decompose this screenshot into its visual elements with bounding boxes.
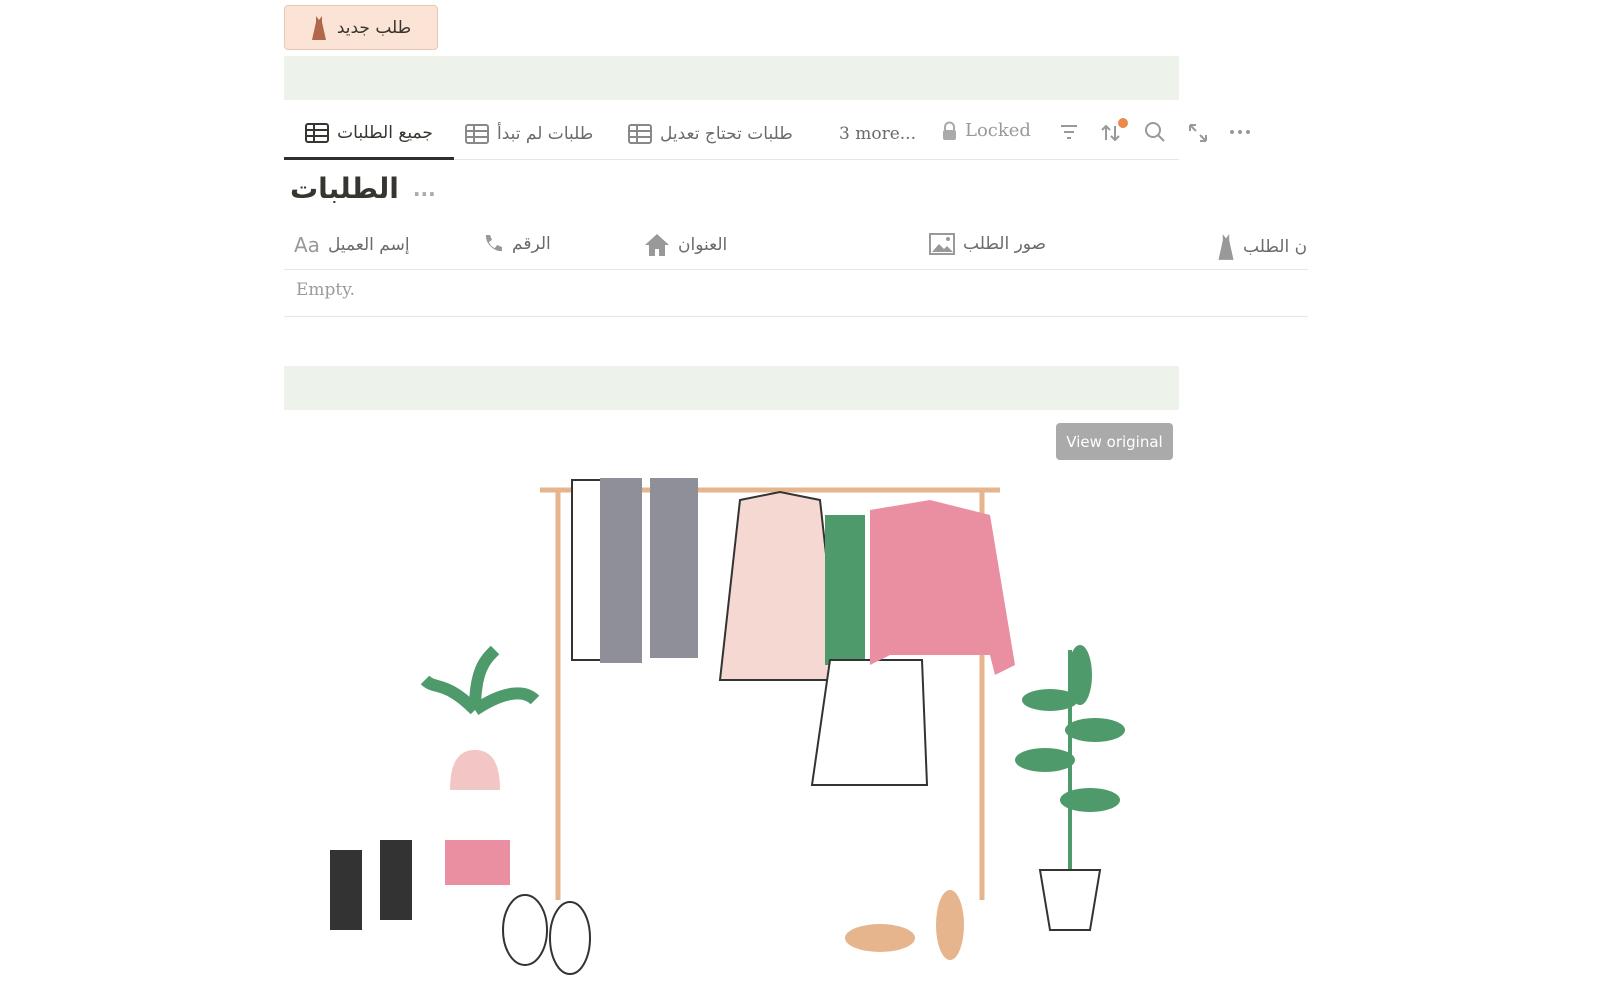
column-phone[interactable]: الرقم <box>482 233 551 255</box>
more-icon[interactable] <box>1229 128 1251 136</box>
image-icon <box>929 233 955 255</box>
more-views-button[interactable]: 3 more... <box>839 108 916 160</box>
new-order-button[interactable]: طلب جديد <box>284 5 438 50</box>
sweater-icon <box>870 500 1015 675</box>
database-menu-button[interactable]: ... <box>413 177 436 201</box>
empty-table-text: Empty. <box>296 280 355 300</box>
column-label: الرقم <box>512 234 551 254</box>
clothing-rack-illustration <box>330 478 1125 975</box>
search-icon[interactable] <box>1143 120 1167 144</box>
column-label: صور الطلب <box>963 234 1046 254</box>
plant-right-icon <box>1015 645 1125 931</box>
white-dress-icon <box>810 659 929 786</box>
table-divider <box>284 316 1308 317</box>
database-title-row: الطلبات ... <box>290 172 436 205</box>
column-customer-name[interactable]: Aa إسم العميل <box>294 233 410 257</box>
lock-icon <box>943 121 956 140</box>
more-views-label: 3 more... <box>839 124 916 144</box>
sort-icon[interactable] <box>1100 116 1130 144</box>
column-label: ن الطلب <box>1243 237 1308 257</box>
column-label: العنوان <box>678 235 728 255</box>
tab-label: جميع الطلبات <box>337 122 433 143</box>
phone-icon <box>485 235 502 252</box>
view-tabs: جميع الطلبات طلبات لم تبدأ طلبات تحتاج ت… <box>284 108 1179 160</box>
locked-label: Locked <box>965 120 1031 141</box>
column-address[interactable]: العنوان <box>644 233 727 257</box>
plant-left-icon <box>420 645 540 885</box>
tab-needs-edit[interactable]: طلبات تحتاج تعديل <box>628 108 793 160</box>
text-icon: Aa <box>294 233 320 257</box>
view-original-label: View original <box>1066 432 1163 451</box>
table-icon <box>465 124 489 144</box>
locked-indicator[interactable]: Locked <box>942 120 1031 141</box>
banner-band <box>284 56 1179 100</box>
tab-label: طلبات لم تبدأ <box>497 124 594 144</box>
home-icon <box>645 234 669 256</box>
table-icon <box>628 124 652 144</box>
banner-band <box>284 366 1179 410</box>
green-dress-icon <box>825 515 865 665</box>
filter-icon[interactable] <box>1059 123 1079 141</box>
column-label: إسم العميل <box>327 235 410 255</box>
sandals-icon <box>845 890 964 960</box>
table-header: Aa إسم العميل الرقم العنوان صور الطلب ن … <box>284 225 1308 270</box>
tab-label: طلبات تحتاج تعديل <box>660 124 793 144</box>
dress-icon <box>311 15 326 40</box>
boots-icon <box>330 840 412 930</box>
column-order-dress[interactable]: ن الطلب <box>1217 233 1308 261</box>
new-order-label: طلب جديد <box>336 17 412 38</box>
column-order-images[interactable]: صور الطلب <box>929 233 1046 255</box>
shirt-icon <box>718 490 842 681</box>
dress-icon <box>1218 234 1234 260</box>
page-title: الطلبات <box>290 172 399 205</box>
pants-icon <box>571 478 698 663</box>
sneakers-icon <box>502 894 591 975</box>
view-original-button[interactable]: View original <box>1056 423 1173 460</box>
expand-icon[interactable] <box>1187 122 1209 144</box>
tab-all-orders[interactable]: جميع الطلبات <box>284 108 454 160</box>
tab-not-started[interactable]: طلبات لم تبدأ <box>465 108 593 160</box>
table-icon <box>305 122 330 143</box>
